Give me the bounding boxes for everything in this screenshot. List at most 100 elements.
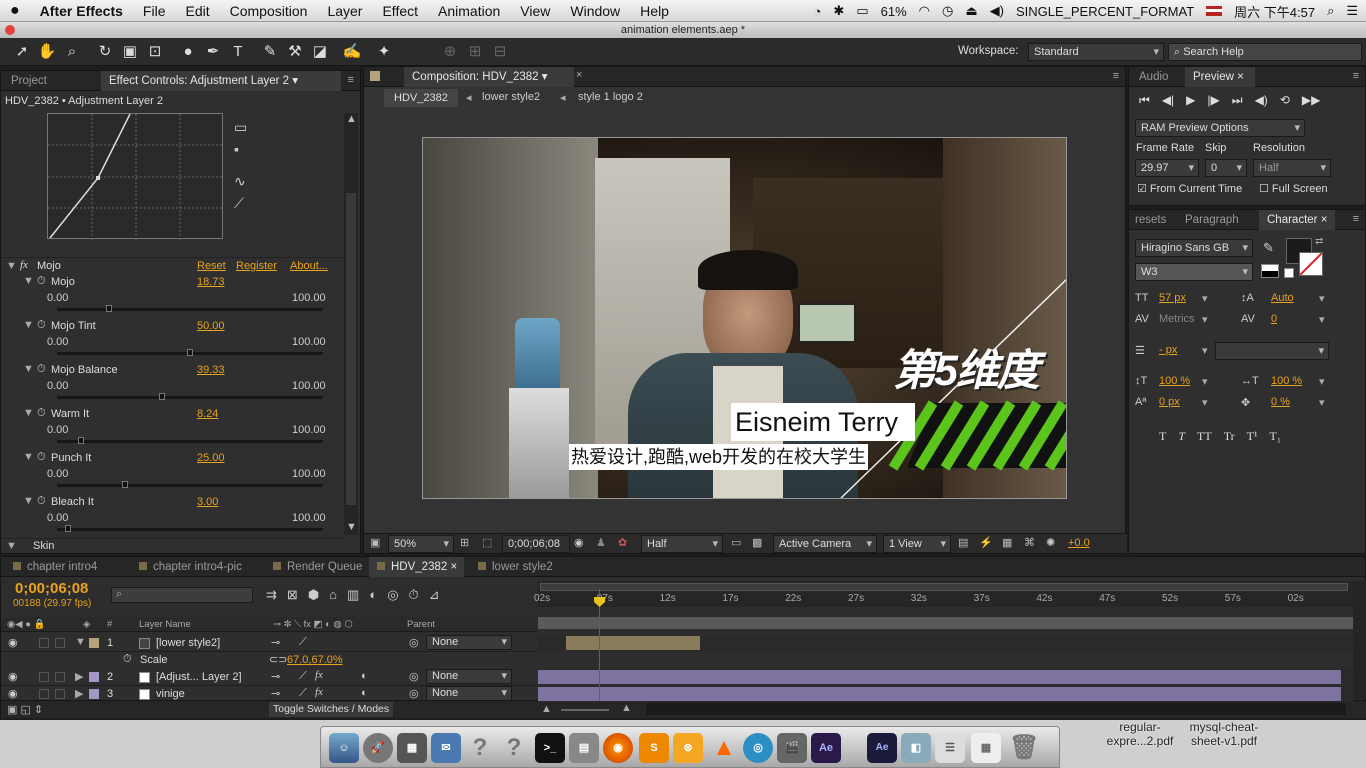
save-icon[interactable]: ▪	[234, 141, 239, 157]
subscript-button[interactable]: T₁	[1270, 429, 1282, 444]
baseline-caret-icon[interactable]: ▾	[1202, 396, 1208, 409]
stopwatch-icon[interactable]: ⏱	[37, 451, 46, 464]
tab-paragraph[interactable]: Paragraph	[1177, 210, 1247, 230]
shy-switch-icon[interactable]: ⊸	[271, 687, 280, 700]
menu-window[interactable]: Window	[560, 3, 630, 19]
current-time-field[interactable]: 0;00;06;08	[502, 535, 570, 553]
label-color-swatch[interactable]	[89, 689, 99, 699]
stroke-color-swatch[interactable]	[1299, 252, 1323, 276]
exposure-value[interactable]: +0.0	[1068, 537, 1090, 549]
fast-previews-icon[interactable]: ⚡	[979, 536, 993, 549]
brainstorm-icon[interactable]: ◎	[387, 587, 398, 603]
quality-switch-icon[interactable]: ⟋	[299, 687, 307, 700]
battery-percent[interactable]: 61%	[881, 4, 907, 19]
stopwatch-icon[interactable]: ⏱	[123, 653, 132, 666]
bluetooth-icon[interactable]: ✱	[833, 3, 844, 19]
scale-value[interactable]: 67.0,67.0%	[287, 654, 343, 666]
stroke-style-dropdown[interactable]: ▾	[1215, 342, 1329, 360]
tab-audio[interactable]: Audio	[1131, 67, 1176, 87]
menu-composition[interactable]: Composition	[220, 3, 318, 19]
subtitle-plate[interactable]: 热爱设计,跑酷,web开发的在校大学生	[569, 444, 869, 470]
battery-icon[interactable]: ▭	[856, 3, 868, 19]
param-collapse-icon[interactable]: ▼	[23, 319, 34, 331]
expand-layer-icon[interactable]: ▼	[75, 636, 86, 648]
stopwatch-icon[interactable]: ⏱	[37, 495, 46, 508]
timeline-icon[interactable]: ▦	[1002, 536, 1012, 549]
lock-checkbox[interactable]	[55, 672, 65, 682]
menu-layer[interactable]: Layer	[317, 3, 372, 19]
brush-tool-icon[interactable]: ✎	[260, 42, 280, 62]
sync-icon[interactable]: ◔	[814, 4, 822, 19]
draft-3d-icon[interactable]: ⬢	[308, 587, 319, 603]
pick-whip-icon[interactable]: ◎	[409, 636, 419, 649]
layer-3-duration-bar[interactable]	[538, 687, 1341, 701]
adjustment-layer-icon[interactable]: ◐	[361, 670, 368, 682]
layer-1-duration-bar[interactable]	[566, 636, 700, 650]
lock-checkbox[interactable]	[55, 638, 65, 648]
reset-link[interactable]: Reset	[197, 260, 226, 272]
param-slider[interactable]	[57, 525, 323, 532]
breadcrumb-hdv[interactable]: HDV_2382	[384, 89, 458, 107]
sublime-text-icon[interactable]: S	[639, 733, 669, 763]
layer-name[interactable]: [lower style2]	[156, 637, 220, 649]
fx-collapse-icon[interactable]: ▼	[6, 260, 17, 272]
play-icon[interactable]: ▶	[1186, 93, 1195, 108]
tab-character[interactable]: Character ×	[1259, 210, 1335, 230]
layer-2-duration-bar[interactable]	[538, 670, 1341, 684]
downloads-stack-icon[interactable]: ▦	[971, 733, 1001, 763]
stroke-width-caret-icon[interactable]: ▾	[1202, 344, 1208, 357]
horizontal-scale-value[interactable]: 100 %	[1271, 375, 1302, 387]
view-axis-icon[interactable]: ⊟	[490, 42, 510, 62]
work-area-bar[interactable]	[540, 583, 1348, 591]
param-collapse-icon[interactable]: ▼	[23, 363, 34, 375]
expand-layer-icon[interactable]: ▶	[75, 670, 83, 683]
swap-colors-icon[interactable]: ⇄	[1315, 236, 1323, 247]
stroke-width-value[interactable]: - px	[1159, 344, 1177, 356]
comp-viewer[interactable]: 第5维度 Eisneim Terry 热爱设计,跑酷,web开发的在校大学生	[422, 137, 1067, 499]
hide-shy-layers-icon[interactable]: ⌂	[329, 587, 337, 603]
default-colors-icon[interactable]	[1261, 264, 1279, 278]
font-size-caret-icon[interactable]: ▾	[1202, 292, 1208, 305]
panel-menu-icon[interactable]: ≡	[348, 74, 354, 86]
pen-tool-icon[interactable]: ✒	[203, 42, 223, 62]
firefox-icon[interactable]: ◉	[603, 733, 633, 763]
param-value[interactable]: 39.33	[197, 364, 225, 376]
param-collapse-icon[interactable]: ▼	[23, 275, 34, 287]
work-area-range[interactable]	[538, 617, 1353, 629]
preview-resolution-dropdown[interactable]: Half ▾	[1253, 159, 1331, 177]
search-help-input[interactable]: ⌕ Search Help	[1168, 43, 1362, 61]
all-caps-button[interactable]: TT	[1197, 429, 1212, 444]
roto-brush-tool-icon[interactable]: ✍	[342, 42, 362, 62]
font-family-dropdown[interactable]: Hiragino Sans GB ▾	[1135, 239, 1253, 257]
parent-dropdown[interactable]: None ▾	[426, 635, 512, 650]
vertical-scale-value[interactable]: 100 %	[1159, 375, 1190, 387]
app-menu[interactable]: After Effects	[30, 3, 133, 19]
toggle-switches-modes-button[interactable]: Toggle Switches / Modes	[269, 702, 394, 717]
comp-panel-menu-icon[interactable]: ≡	[1113, 70, 1119, 82]
timeline-timecode[interactable]: 0;00;06;08	[15, 580, 88, 597]
constrain-proportions-icon[interactable]: ⊂⊃	[269, 653, 287, 666]
table-row[interactable]: ◉ ▶ 2 [Adjust... Layer 2] ⊸ ⟋ fx ◐ ◎ None ▾	[1, 669, 537, 686]
text-tool-icon[interactable]: T	[228, 42, 248, 62]
mission-control-icon[interactable]: ▦	[397, 733, 427, 763]
param-value[interactable]: 8.24	[197, 408, 218, 420]
video-app-icon[interactable]: 🎬	[777, 733, 807, 763]
label-color-swatch[interactable]	[89, 638, 99, 648]
axis-mode-icon[interactable]: ⊕	[440, 42, 460, 62]
stopwatch-icon[interactable]: ⏱	[37, 363, 46, 376]
breadcrumb-lower-style2[interactable]: lower style2	[482, 91, 540, 103]
expand-layer-switches-icon[interactable]: ▣ ◱ ⇕	[7, 703, 43, 716]
scroll-thumb[interactable]	[346, 193, 356, 505]
parent-dropdown[interactable]: None ▾	[426, 686, 512, 701]
spotlight-icon[interactable]: ⌕	[1327, 3, 1334, 19]
param-slider-thumb[interactable]	[122, 481, 128, 488]
apple-menu-icon[interactable]: ●	[0, 2, 30, 20]
pan-behind-tool-icon[interactable]: ⊡	[145, 42, 165, 62]
format-label[interactable]: SINGLE_PERCENT_FORMAT	[1016, 4, 1194, 19]
solo-checkbox[interactable]	[39, 672, 49, 682]
trash-icon[interactable]: 🗑	[1009, 733, 1039, 763]
superscript-button[interactable]: T¹	[1247, 429, 1258, 444]
table-row[interactable]: ◉ ▼ 1 [lower style2] ⊸ ⟋ ◎ None ▾	[1, 635, 537, 652]
layer-name-header[interactable]: Layer Name	[139, 619, 191, 630]
timeline-tab-2[interactable]: Render Queue	[265, 557, 363, 577]
